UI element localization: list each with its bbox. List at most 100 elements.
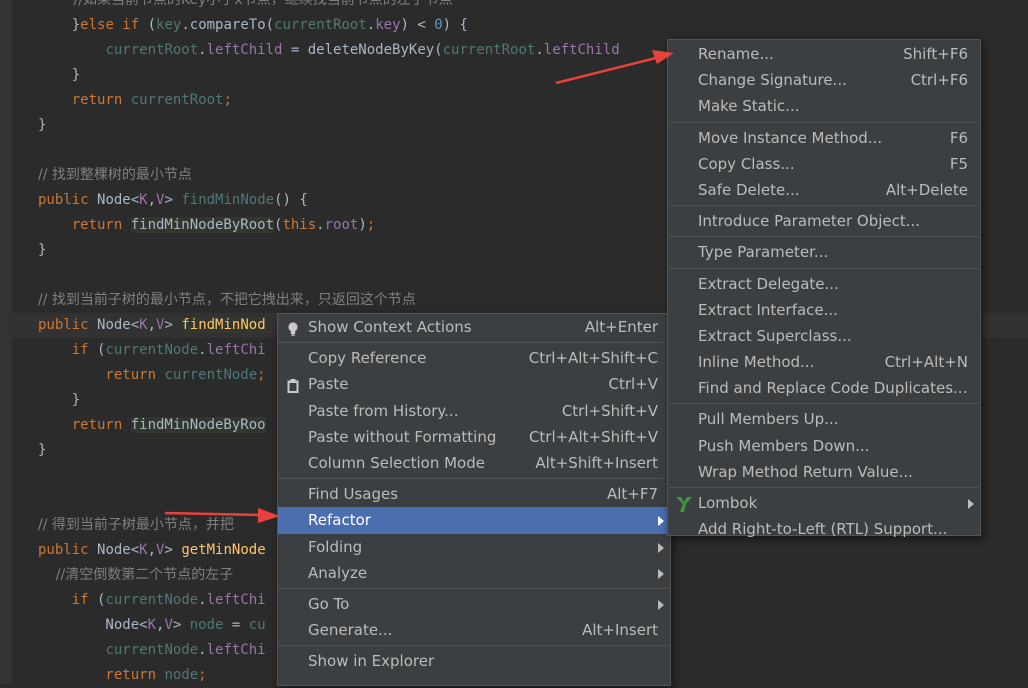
menu-item-type-parameter[interactable]: Type Parameter... [668,239,980,265]
code-line[interactable]: // 得到当前子树最小节点，并把 [38,513,234,538]
code-token: if [38,592,98,608]
code-line[interactable]: } [38,63,80,88]
code-line[interactable]: currentRoot.leftChild = deleteNodeByKey(… [38,38,620,63]
code-token: . [535,42,544,58]
code-token: > [164,317,182,333]
menu-item-change-signature[interactable]: Change Signature... Ctrl+F6 [668,67,980,93]
code-line[interactable]: if (currentNode.leftChi [38,588,266,613]
menu-item-paste-from-history[interactable]: Paste from History... Ctrl+Shift+V [278,398,670,424]
code-token: ( [147,17,157,33]
code-token: currentNode [105,342,199,358]
menu-item-generate[interactable]: Generate... Alt+Insert [278,617,670,643]
code-line[interactable]: return findMinNodeByRoo [38,413,266,438]
code-line[interactable]: return currentRoot; [38,88,232,113]
code-line[interactable]: } [38,113,46,138]
menu-item-folding[interactable]: Folding [278,534,670,560]
code-token: root [324,217,359,233]
code-token: this [282,217,317,233]
code-line[interactable]: }else if (key.compareTo(currentRoot.key)… [38,13,468,38]
code-line[interactable]: if (currentNode.leftChi [38,338,266,363]
menu-item-copy-reference[interactable]: Copy Reference Ctrl+Alt+Shift+C [278,345,670,371]
menu-item-introduce-parameter-object[interactable]: Introduce Parameter Object... [668,208,980,234]
code-line[interactable]: currentNode.leftChi [38,638,265,663]
menu-item-add-right-to-left-rtl-support[interactable]: Add Right-to-Left (RTL) Support... [668,516,980,542]
code-token: return [38,667,165,683]
menu-item-label: Make Static... [698,97,800,116]
code-token: findMinNode [181,192,275,208]
menu-item-rename[interactable]: Rename... Shift+F6 [668,41,980,67]
editor-gutter [0,0,12,684]
menu-separator [669,121,979,123]
menu-item-refactor[interactable]: Refactor [278,507,670,534]
code-line[interactable]: return findMinNodeByRoot(this.root); [38,213,375,238]
menu-item-label: Folding [308,537,363,556]
code-token: , [147,317,157,333]
code-token: } [38,117,47,133]
menu-item-label: Find and Replace Code Duplicates... [698,379,968,398]
code-token: leftChild [543,42,620,58]
menu-item-move-instance-method[interactable]: Move Instance Method... F6 [668,125,980,151]
menu-item-extract-delegate[interactable]: Extract Delegate... [668,271,980,297]
menu-item-label: Wrap Method Return Value... [698,462,913,481]
code-token: ; [257,367,266,383]
menu-item-find-usages[interactable]: Find Usages Alt+F7 [278,481,670,507]
clipboard-icon [285,376,301,394]
code-line[interactable]: public Node<K,V> findMinNode() { [38,188,308,213]
code-token: return [38,217,131,233]
code-token: Node< [97,317,140,333]
code-line[interactable]: public Node<K,V> getMinNode [38,538,266,563]
code-token: findMinNod [181,317,266,333]
code-line[interactable]: return node; [38,663,206,688]
menu-item-make-static[interactable]: Make Static... [668,93,980,119]
menu-item-copy-class[interactable]: Copy Class... F5 [668,151,980,177]
code-token: // 找到整棵树的最小节点 [38,167,192,183]
code-token: ; [223,92,232,108]
menu-item-find-and-replace-code-duplicates[interactable]: Find and Replace Code Duplicates... [668,375,980,401]
code-line[interactable]: // 找到整棵树的最小节点 [38,163,192,188]
menu-item-go-to[interactable]: Go To [278,591,670,617]
code-token: . [198,642,207,658]
menu-separator [279,342,669,344]
code-line[interactable]: //清空倒数第二个节点的左子 [38,563,233,588]
code-token: node [189,617,224,633]
menu-item-column-selection-mode[interactable]: Column Selection Mode Alt+Shift+Insert [278,450,670,476]
code-token: //清空倒数第二个节点的左子 [38,567,234,583]
code-token: ; [366,217,376,233]
menu-item-label: Type Parameter... [698,243,829,262]
menu-item-show-in-explorer[interactable]: Show in Explorer [278,648,670,674]
menu-item-extract-interface[interactable]: Extract Interface... [668,297,980,323]
menu-item-shortcut: Ctrl+Alt+Shift+V [528,427,658,446]
menu-item-label: Refactor [308,511,371,530]
code-line[interactable]: //如果当前节点的Key小于x节点，继续找当前节点的左子节点 [38,0,453,13]
menu-item-paste[interactable]: Paste Ctrl+V [278,371,670,397]
code-line[interactable]: Node<K,V> node = cu [38,613,265,638]
code-token: = deleteNodeByKey( [282,42,443,58]
menu-item-safe-delete[interactable]: Safe Delete... Alt+Delete [668,177,980,203]
menu-item-label: Extract Interface... [698,300,838,319]
code-token: currentNode [164,367,258,383]
code-line[interactable]: return currentNode; [38,363,266,388]
menu-item-show-context-actions[interactable]: Show Context Actions Alt+Enter [278,314,670,340]
menu-item-label: Add Right-to-Left (RTL) Support... [698,520,948,539]
menu-item-label: Copy Reference [308,349,427,368]
code-token: return [38,367,165,383]
menu-item-inline-method[interactable]: Inline Method... Ctrl+Alt+N [668,349,980,375]
code-token: //如果当前节点的Key小于x节点，继续找当前节点的左子节点 [38,0,453,8]
refactor-submenu: Rename... Shift+F6 Change Signature... Ctrl… [667,39,981,538]
menu-item-wrap-method-return-value[interactable]: Wrap Method Return Value... [668,459,980,485]
menu-item-push-members-down[interactable]: Push Members Down... [668,433,980,459]
code-line[interactable]: } [38,438,46,463]
submenu-arrow-icon [658,568,664,579]
code-token: > [164,542,182,558]
menu-item-pull-members-up[interactable]: Pull Members Up... [668,406,980,432]
code-token: } [38,392,81,408]
menu-item-analyze[interactable]: Analyze [278,560,670,586]
menu-item-extract-superclass[interactable]: Extract Superclass... [668,323,980,349]
code-line[interactable]: // 找到当前子树的最小节点，不把它拽出来，只返回这个节点 [38,288,416,313]
code-line[interactable]: } [38,238,46,263]
code-line[interactable]: } [38,388,80,413]
code-line[interactable]: public Node<K,V> findMinNod [38,313,266,338]
menu-item-label: Copy Class... [698,154,795,173]
menu-item-lombok[interactable]: Lombok [668,490,980,516]
menu-item-paste-without-formatting[interactable]: Paste without Formatting Ctrl+Alt+Shift+V [278,424,670,450]
